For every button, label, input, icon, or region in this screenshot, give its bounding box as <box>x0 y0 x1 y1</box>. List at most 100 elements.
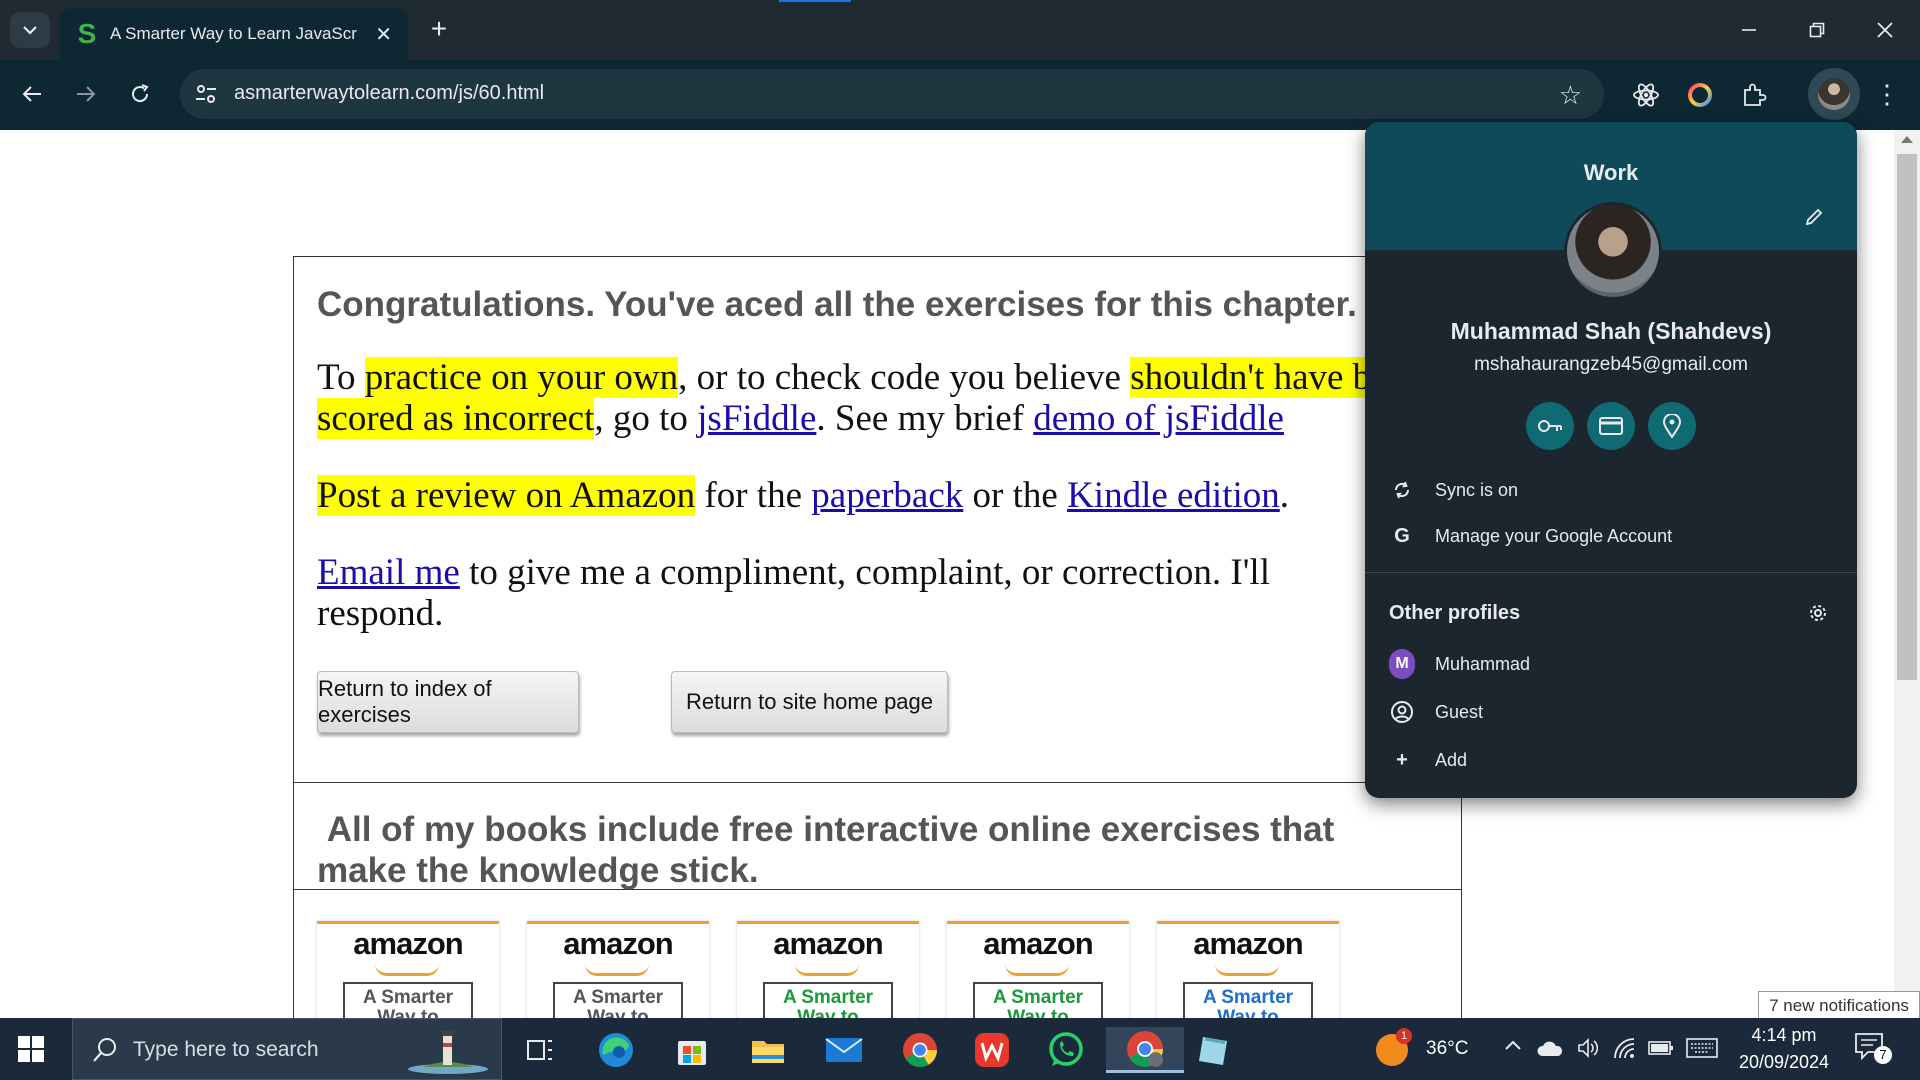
forward-button[interactable] <box>66 74 106 114</box>
wifi-icon[interactable] <box>1612 1036 1636 1065</box>
sync-label: Sync is on <box>1435 479 1519 500</box>
tab-title: A Smarter Way to Learn JavaScr <box>110 24 357 43</box>
add-profile-row[interactable]: + Add <box>1365 738 1857 782</box>
weather-badge: 1 <box>1396 1028 1412 1044</box>
color-picker-extension-icon[interactable] <box>1682 77 1718 113</box>
new-tab-button[interactable]: + <box>424 14 454 44</box>
book-thumbnail[interactable]: amazon A Smarter Way to <box>947 921 1129 1018</box>
react-devtools-extension-icon[interactable] <box>1628 77 1664 113</box>
addresses-button[interactable] <box>1648 402 1696 450</box>
amazon-logo: amazon <box>1193 926 1303 961</box>
close-tab-icon[interactable]: ✕ <box>375 22 392 47</box>
books-heading-text: All of my books include free interactive… <box>317 810 1335 890</box>
jsfiddle-link[interactable]: jsFiddle <box>697 398 816 439</box>
scrollbar-thumb[interactable] <box>1897 154 1917 680</box>
practice-text-4: . See my brief <box>816 398 1034 439</box>
credit-card-icon <box>1599 417 1623 435</box>
taskbar-search-box[interactable]: Type here to search <box>72 1018 502 1080</box>
weather-temperature[interactable]: 36°C <box>1426 1038 1468 1060</box>
book-cover-title: A Smarter Way to <box>553 982 683 1018</box>
paperback-link[interactable]: paperback <box>811 475 963 516</box>
action-center-button[interactable]: 7 <box>1854 1032 1894 1066</box>
speaker-icon[interactable] <box>1576 1036 1600 1065</box>
battery-icon[interactable] <box>1648 1040 1674 1061</box>
edit-profile-icon[interactable] <box>1803 206 1825 233</box>
page-scrollbar[interactable] <box>1894 130 1920 1018</box>
mail-icon[interactable] <box>820 1027 868 1073</box>
browser-toolbar: asmarterwaytolearn.com/js/60.html ☆ ⋮ <box>0 60 1920 130</box>
task-view-icon[interactable] <box>516 1027 564 1073</box>
active-tab[interactable]: S A Smarter Way to Learn JavaScr ✕ <box>60 8 408 60</box>
edge-browser-icon[interactable] <box>592 1027 640 1073</box>
book-cover-title: A Smarter Way to <box>763 982 893 1018</box>
restore-icon <box>1809 22 1825 38</box>
review-text-1: for the <box>695 475 812 516</box>
email-me-link[interactable]: Email me <box>317 552 460 593</box>
profile-row-guest[interactable]: Guest <box>1365 690 1857 734</box>
profile-menu: Work Muhammad Shah (Shahdevs) mshahauran… <box>1365 122 1857 798</box>
scroll-up-icon[interactable] <box>1901 136 1913 143</box>
practice-highlight-1: practice on your own <box>364 357 679 398</box>
chevron-down-icon <box>23 26 37 35</box>
tab-search-button[interactable] <box>10 12 50 48</box>
plus-icon: + <box>1396 748 1408 771</box>
profile-email: mshahaurangzeb45@gmail.com <box>1474 354 1748 375</box>
payment-methods-button[interactable] <box>1587 402 1635 450</box>
notepad-icon[interactable] <box>1190 1027 1238 1073</box>
keyboard-icon[interactable] <box>1686 1038 1718 1063</box>
onedrive-cloud-icon[interactable] <box>1536 1038 1564 1063</box>
extensions-puzzle-icon[interactable] <box>1736 77 1772 113</box>
arrow-right-icon <box>77 86 96 102</box>
sync-row[interactable]: Sync is on <box>1365 468 1857 512</box>
book-thumbnail[interactable]: amazon A Smarter Way to <box>1157 921 1339 1018</box>
amazon-logo: amazon <box>773 926 883 961</box>
amazon-logo: amazon <box>563 926 673 961</box>
windows-start-icon[interactable] <box>18 1036 44 1062</box>
book-thumbnail[interactable]: amazon A Smarter Way to <box>317 921 499 1018</box>
back-button[interactable] <box>12 74 52 114</box>
notification-toast[interactable]: 7 new notifications <box>1758 991 1920 1020</box>
site-favicon-icon: S <box>77 18 97 49</box>
other-profiles-heading: Other profiles <box>1389 602 1521 624</box>
passwords-button[interactable] <box>1526 402 1574 450</box>
clock-date[interactable]: 20/09/2024 <box>1734 1052 1834 1073</box>
site-info-icon[interactable] <box>194 82 218 106</box>
chrome-menu-icon[interactable]: ⋮ <box>1872 74 1902 114</box>
manage-profiles-gear-icon[interactable] <box>1807 602 1829 629</box>
book-thumbnail[interactable]: amazon A Smarter Way to <box>527 921 709 1018</box>
chrome-icon[interactable] <box>896 1027 944 1073</box>
show-hidden-icons-chevron-up-icon[interactable] <box>1504 1038 1522 1056</box>
chrome-profile-taskbar-icon[interactable] <box>1106 1027 1184 1073</box>
restore-button[interactable] <box>1794 10 1840 50</box>
menu-divider <box>1365 572 1857 573</box>
profile-initial: M <box>1389 649 1415 679</box>
close-window-button[interactable] <box>1862 10 1908 50</box>
profile-row-muhammad[interactable]: M Muhammad <box>1365 642 1857 686</box>
return-to-index-button[interactable]: Return to index of exercises <box>317 671 579 733</box>
address-bar[interactable]: asmarterwaytolearn.com/js/60.html ☆ <box>180 69 1604 119</box>
clock-time[interactable]: 4:14 pm <box>1734 1025 1834 1046</box>
email-paragraph: Email me to give me a compliment, compla… <box>317 552 1347 634</box>
return-to-home-button[interactable]: Return to site home page <box>671 671 948 733</box>
bookmark-star-icon[interactable]: ☆ <box>1559 80 1582 111</box>
profile-avatar <box>1564 202 1662 300</box>
url-text[interactable]: asmarterwaytolearn.com/js/60.html <box>234 82 544 105</box>
microsoft-store-icon[interactable] <box>668 1027 716 1073</box>
manage-account-row[interactable]: G Manage your Google Account <box>1365 514 1857 558</box>
minimize-icon <box>1742 29 1756 31</box>
profile-button[interactable] <box>1808 68 1860 120</box>
lighthouse-illustration-icon <box>408 1031 488 1074</box>
minimize-button[interactable] <box>1726 10 1772 50</box>
loading-indicator <box>779 0 851 2</box>
whatsapp-icon[interactable] <box>1042 1027 1090 1073</box>
practice-text-1: To <box>317 357 365 398</box>
jsfiddle-demo-link[interactable]: demo of jsFiddle <box>1033 398 1284 439</box>
reload-button[interactable] <box>120 74 160 114</box>
wps-office-icon[interactable] <box>968 1027 1016 1073</box>
amazon-smile-icon <box>375 964 439 976</box>
amazon-smile-icon <box>1215 964 1279 976</box>
kindle-edition-link[interactable]: Kindle edition <box>1067 475 1280 516</box>
book-thumbnail[interactable]: amazon A Smarter Way to <box>737 921 919 1018</box>
file-explorer-icon[interactable] <box>744 1027 792 1073</box>
review-text-3: . <box>1279 475 1290 516</box>
